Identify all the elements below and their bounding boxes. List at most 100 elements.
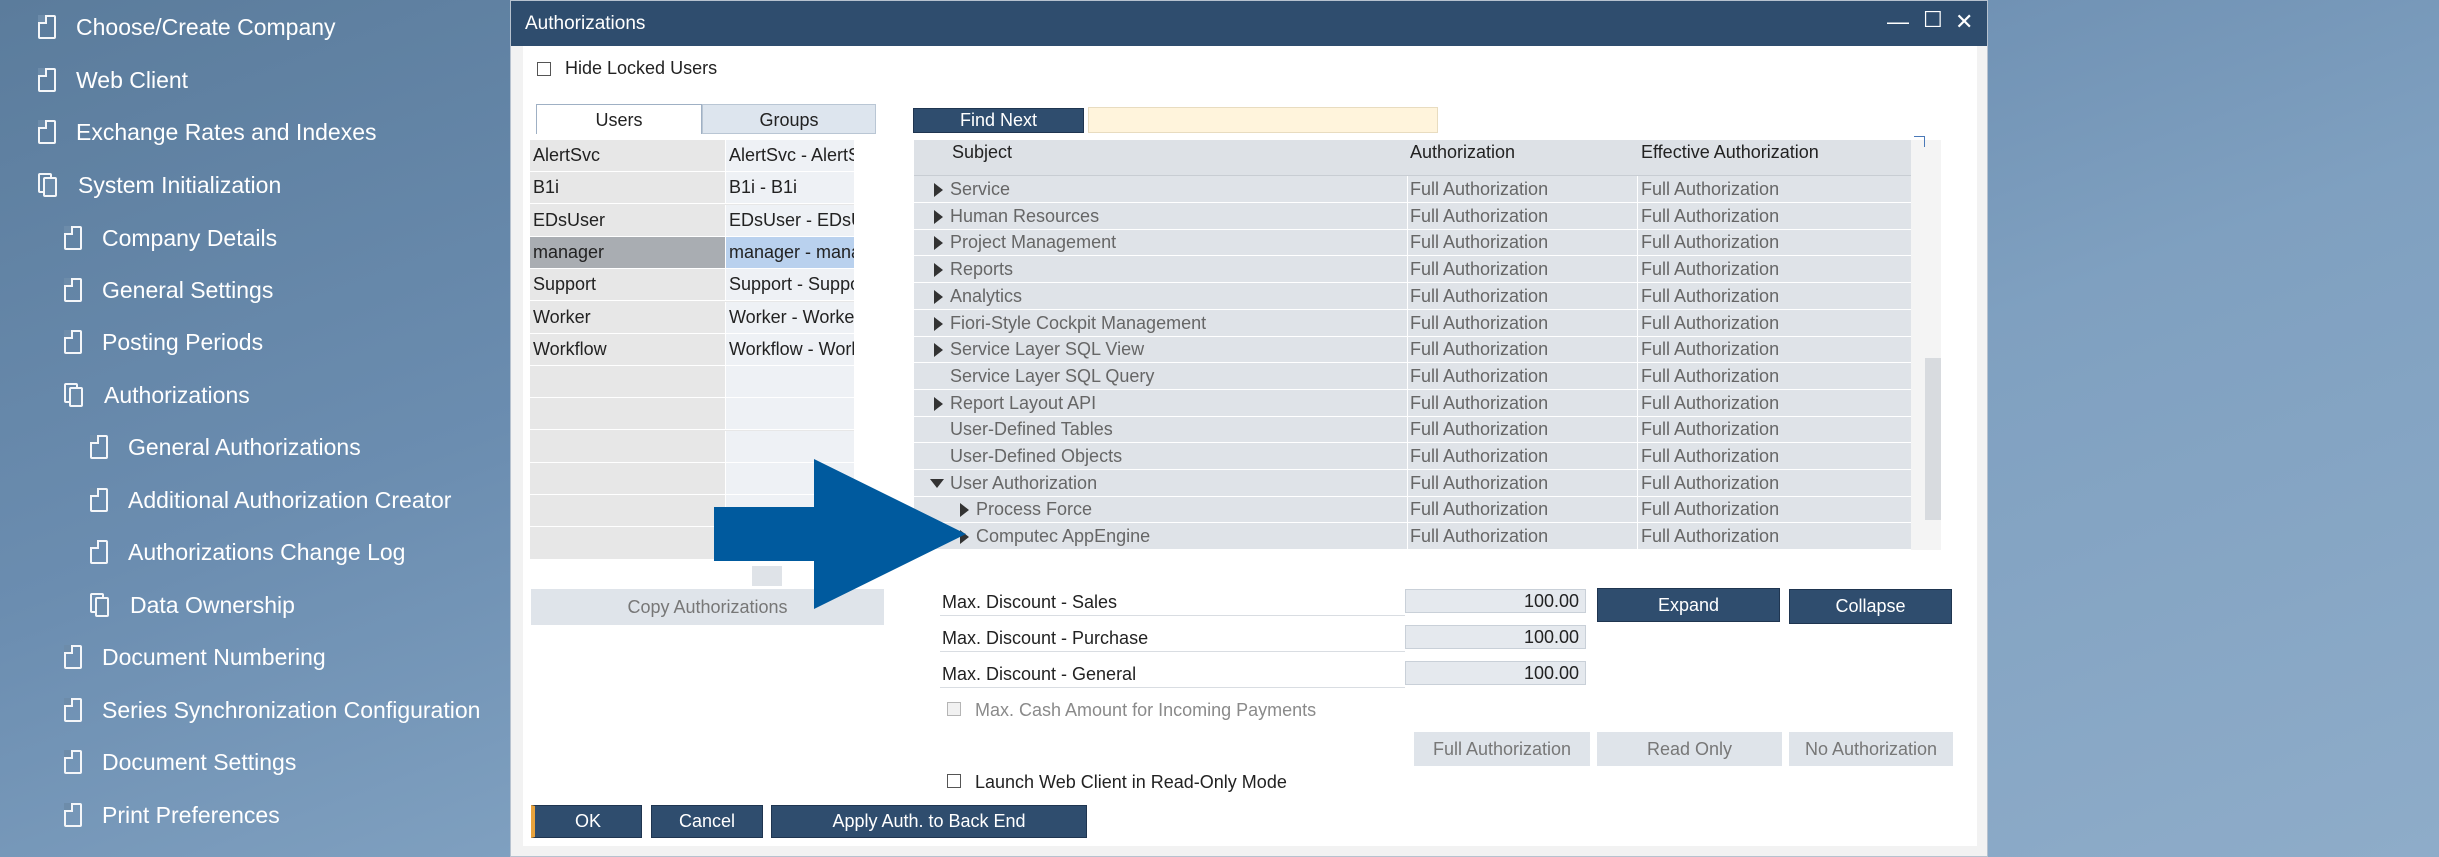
authorization-row[interactable]: Analytics Full Authorization Full Authoriz… [914,282,1911,310]
chevron-right-icon[interactable] [934,343,943,358]
chevron-right-icon[interactable] [934,236,943,251]
user-name-cell[interactable]: Support - Support [726,269,854,301]
authorization-cell[interactable]: Full Authorization [1410,232,1548,253]
user-name-cell[interactable] [726,366,854,398]
user-row[interactable]: SupportSupport - Support [530,269,854,302]
user-row[interactable] [530,430,854,463]
authorization-cell[interactable]: Full Authorization [1410,526,1548,547]
authorization-cell[interactable]: Full Authorization [1410,499,1548,520]
chevron-right-icon[interactable] [934,396,943,411]
user-row[interactable]: Worker Worker - Worker [530,301,854,334]
authorization-row[interactable]: Computec AppEngine Full Authorization Full… [914,523,1911,551]
user-row[interactable] [530,398,854,431]
max-discount-purchase-field[interactable]: 100.00 [1405,625,1586,649]
authorization-row[interactable]: Service Layer SQL View Full Authorization… [914,336,1911,364]
authorization-cell[interactable]: Full Authorization [1410,473,1548,494]
user-name-cell[interactable]: EDsUser - EDsUser [726,204,854,236]
user-code-cell[interactable] [530,527,726,559]
authorization-row[interactable]: Human Resources Full Authorization Full Au… [914,202,1911,230]
authorization-cell[interactable]: Full Authorization [1410,446,1548,467]
chevron-right-icon[interactable] [934,209,943,224]
user-code-cell[interactable]: Worker [530,301,726,333]
expand-button[interactable]: Expand [1597,588,1780,622]
nav-item[interactable]: Document Numbering [64,635,326,679]
authorization-row[interactable]: Process Force Full Authorization Full Auth… [914,496,1911,524]
no-authorization-button[interactable]: No Authorization [1789,732,1953,766]
user-name-cell[interactable] [726,430,854,462]
authorization-grid-scrollbar[interactable] [1911,140,1941,550]
web-client-read-only-checkbox[interactable] [947,774,961,788]
authorization-cell[interactable]: Full Authorization [1410,286,1548,307]
column-header-effective-authorization[interactable]: Effective Authorization [1641,142,1819,163]
read-only-button[interactable]: Read Only [1597,732,1782,766]
title-bar[interactable]: Authorizations — ☐ ✕ [511,1,1987,46]
nav-item[interactable]: Company Details [64,216,277,260]
user-code-cell[interactable]: B1i [530,172,726,204]
authorization-row[interactable]: Project Management Full Authorization Full… [914,229,1911,257]
cancel-button[interactable]: Cancel [651,805,763,838]
user-code-cell[interactable]: AlertSvc [530,140,726,171]
column-header-authorization[interactable]: Authorization [1410,142,1515,163]
max-cash-checkbox[interactable] [947,702,961,716]
chevron-right-icon[interactable] [934,316,943,331]
user-name-cell[interactable]: Worker - Worker [726,301,854,333]
chevron-right-icon[interactable] [934,183,943,197]
column-header-subject[interactable]: Subject [952,142,1012,163]
nav-item[interactable]: Authorizations [64,373,250,417]
authorization-row[interactable]: User-Defined Tables Full Authorization Ful… [914,416,1911,444]
user-code-cell[interactable] [530,463,726,494]
nav-item[interactable]: Authorizations Change Log [90,530,405,574]
full-authorization-button[interactable]: Full Authorization [1414,732,1590,766]
user-row[interactable]: B1i B1i - B1i [530,172,854,205]
user-code-cell[interactable]: Support [530,269,726,301]
user-code-cell[interactable] [530,495,726,527]
nav-item[interactable]: Exchange Rates and Indexes [38,110,376,154]
authorization-cell[interactable]: Full Authorization [1410,206,1548,227]
user-name-cell[interactable]: AlertSvc - AlertSvc [726,140,854,171]
user-row[interactable]: EDsUserEDsUser - EDsUser [530,204,854,237]
collapse-button[interactable]: Collapse [1789,589,1952,624]
nav-item[interactable]: Series Synchronization Configuration [64,688,480,732]
user-row[interactable]: AlertSvcAlertSvc - AlertSvc [530,140,854,172]
tab-groups[interactable]: Groups [702,104,876,134]
scrollbar-thumb[interactable] [1925,358,1941,520]
user-code-cell[interactable]: EDsUser [530,204,726,236]
find-next-button[interactable]: Find Next [913,108,1084,133]
authorization-row[interactable]: Service Full Authorization Full Authorizat… [914,176,1911,203]
authorization-row[interactable]: User Authorization Full Authorization Full… [914,469,1911,497]
authorization-cell[interactable]: Full Authorization [1410,393,1548,414]
nav-item[interactable]: Choose/Create Company [38,5,336,49]
user-code-cell[interactable]: manager [530,236,726,268]
find-input[interactable] [1088,107,1438,133]
user-code-cell[interactable] [530,366,726,398]
nav-item[interactable]: Print Preferences [64,793,280,837]
user-name-cell[interactable]: manager - manager [726,236,854,268]
authorization-cell[interactable]: Full Authorization [1410,339,1548,360]
max-discount-general-field[interactable]: 100.00 [1405,661,1586,685]
authorization-row[interactable]: Reports Full Authorization Full Authorizat… [914,256,1911,284]
apply-auth-to-back-end-button[interactable]: Apply Auth. to Back End [771,805,1087,838]
nav-item[interactable]: General Authorizations [90,425,361,469]
chevron-right-icon[interactable] [934,263,943,278]
nav-item[interactable]: Web Client [38,58,188,102]
max-discount-sales-field[interactable]: 100.00 [1405,589,1586,613]
user-code-cell[interactable]: Workflow [530,333,726,365]
authorization-row[interactable]: User-Defined Objects Full Authorization Fu… [914,443,1911,470]
authorization-cell[interactable]: Full Authorization [1410,179,1548,200]
authorization-row[interactable]: Fiori-Style Cockpit Management Full Autho… [914,309,1911,337]
authorization-cell[interactable]: Full Authorization [1410,366,1548,387]
user-code-cell[interactable] [530,430,726,462]
nav-item[interactable]: Posting Periods [64,320,263,364]
user-row[interactable] [530,366,854,399]
authorization-row[interactable]: Service Layer SQL Query Full Authorizatio… [914,362,1911,390]
user-row[interactable]: managermanager - manager [530,236,854,269]
close-icon[interactable]: ✕ [1955,11,1973,33]
nav-item[interactable]: System Initialization [38,163,281,207]
maximize-icon[interactable]: ☐ [1923,9,1943,31]
nav-item[interactable]: Data Ownership [90,583,295,627]
nav-item[interactable]: General Settings [64,268,273,312]
user-name-cell[interactable]: Workflow - Workflow [726,333,854,365]
minimize-icon[interactable]: — [1887,11,1909,33]
nav-item[interactable]: Document Settings [64,740,296,784]
user-name-cell[interactable] [726,398,854,430]
